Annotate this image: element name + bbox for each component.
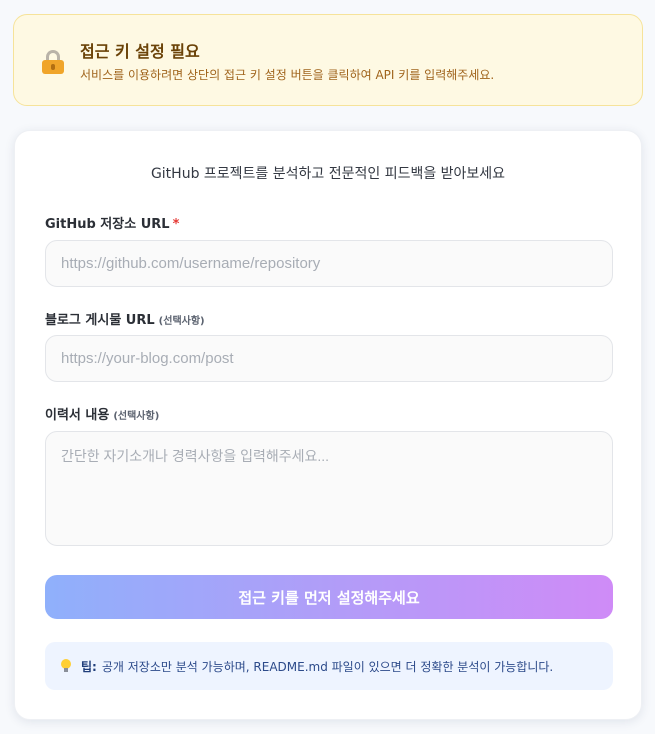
tip-box: 팁: 공개 저장소만 분석 가능하며, README.md 파일이 있으면 더 … xyxy=(45,642,613,690)
form-subtitle: GitHub 프로젝트를 분석하고 전문적인 피드백을 받아보세요 xyxy=(150,166,506,182)
tip-text: 공개 저장소만 분석 가능하며, README.md 파일이 있으면 더 정확한… xyxy=(101,659,554,674)
notice-text: 접근 키 설정 필요 서비스를 이용하려면 상단의 접근 키 설정 버튼을 클릭… xyxy=(80,38,494,83)
resume-label: 이력서 내용 (선택사항) xyxy=(45,404,159,423)
lightbulb-icon xyxy=(61,659,71,673)
optional-note: (선택사항) xyxy=(113,411,160,422)
tip-label: 팁: xyxy=(81,659,97,674)
submit-button[interactable]: 접근 키를 먼저 설정해주세요 xyxy=(45,575,613,619)
blog-url-label: 블로그 게시물 URL (선택사항) xyxy=(45,309,205,328)
blog-url-label-text: 블로그 게시물 URL xyxy=(45,313,155,328)
lock-icon xyxy=(42,50,64,74)
repo-url-input[interactable] xyxy=(45,240,613,287)
notice-description: 서비스를 이용하려면 상단의 접근 키 설정 버튼을 클릭하여 API 키를 입… xyxy=(80,67,495,82)
resume-label-text: 이력서 내용 xyxy=(45,408,110,423)
blog-url-input[interactable] xyxy=(45,335,613,382)
access-key-notice: 접근 키 설정 필요 서비스를 이용하려면 상단의 접근 키 설정 버튼을 클릭… xyxy=(13,14,643,106)
notice-title: 접근 키 설정 필요 xyxy=(80,41,200,61)
required-mark: * xyxy=(172,217,180,232)
repo-url-label-text: GitHub 저장소 URL xyxy=(45,217,170,232)
analysis-form-card: GitHub 프로젝트를 분석하고 전문적인 피드백을 받아보세요 GitHub… xyxy=(14,130,642,720)
repo-url-label: GitHub 저장소 URL * xyxy=(45,213,179,232)
resume-textarea[interactable] xyxy=(45,431,613,546)
optional-note: (선택사항) xyxy=(158,316,205,327)
